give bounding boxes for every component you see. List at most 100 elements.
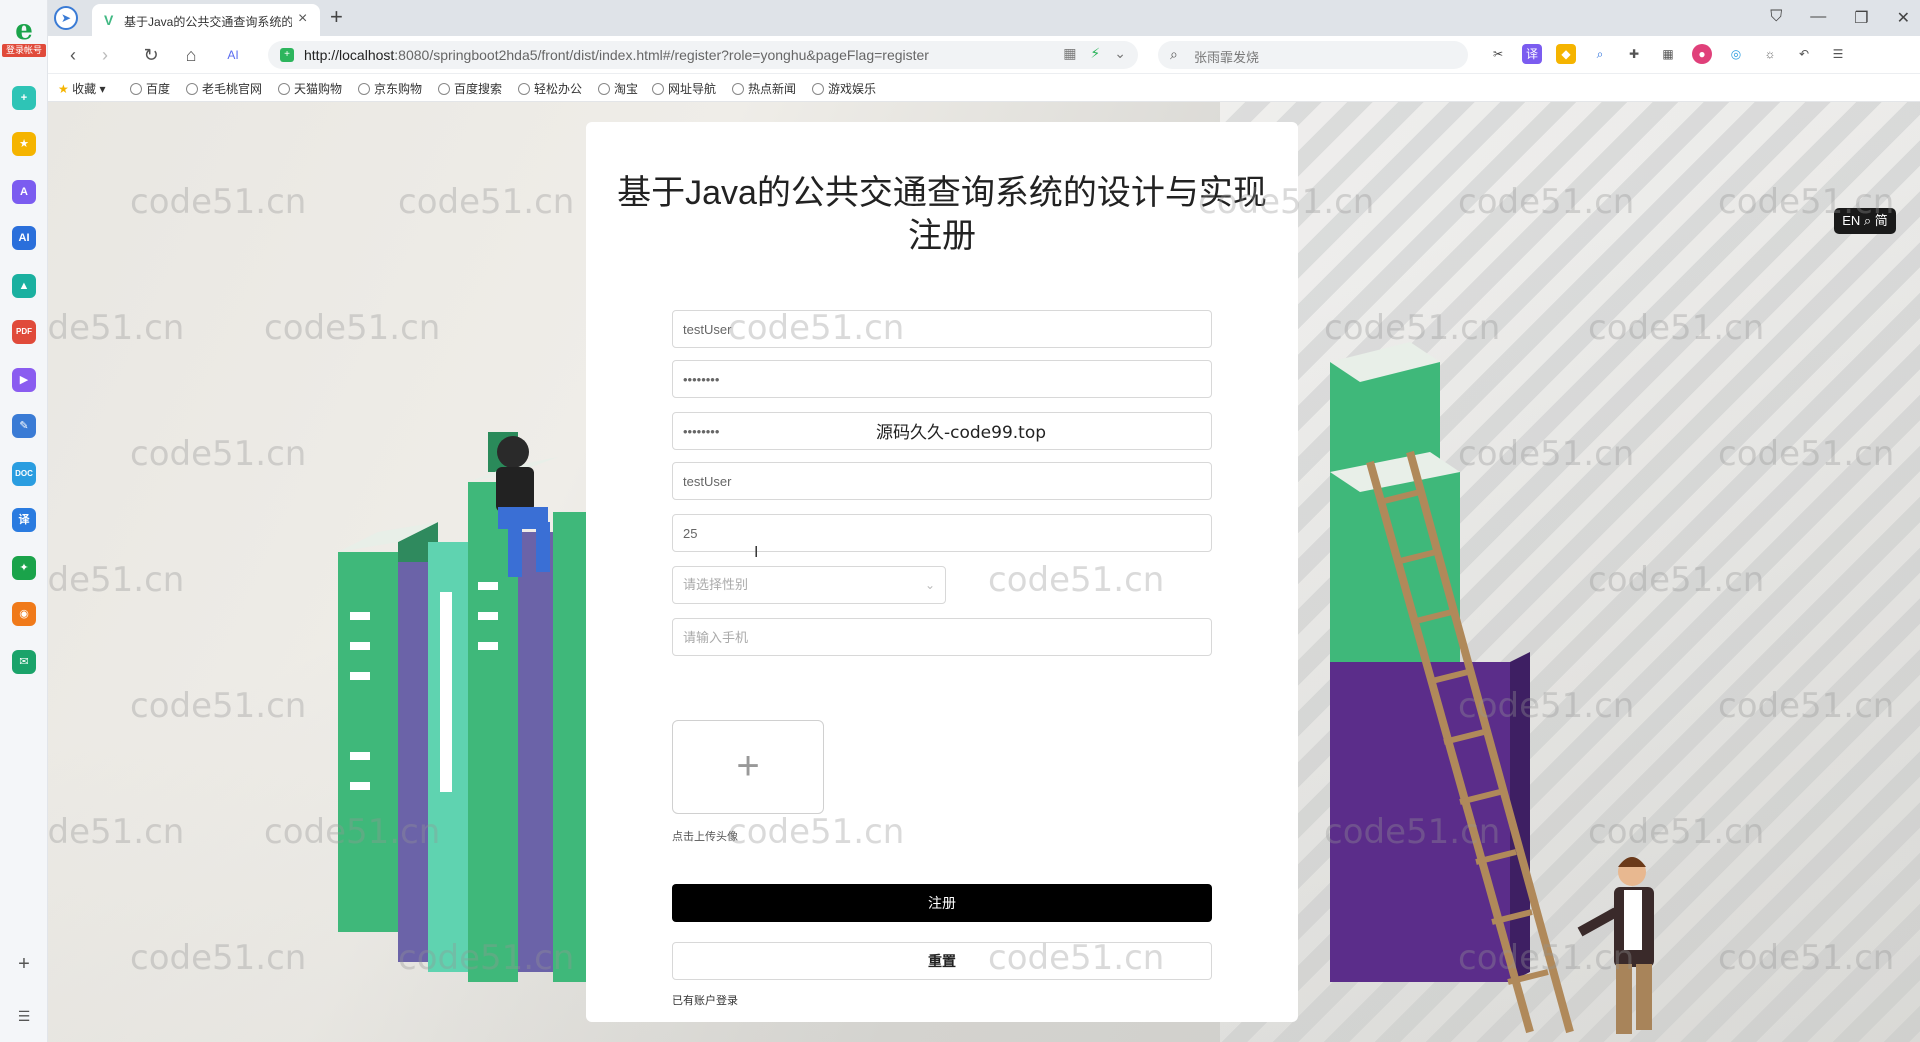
register-card: 基于Java的公共交通查询系统的设计与实现注册 请选择性别 ⌄ + 点击上传头像… — [586, 122, 1298, 1022]
add-icon[interactable]: + — [12, 952, 36, 976]
tab-title: 基于Java的公共交通查询系统的 — [124, 15, 292, 29]
ai-toolbar-icon[interactable]: AI — [222, 44, 244, 66]
puzzle-icon[interactable]: ✚ — [1624, 44, 1644, 64]
undo-icon[interactable]: ↶ — [1794, 44, 1814, 64]
gender-select[interactable]: 请选择性别 ⌄ — [672, 566, 946, 604]
chevron-down-icon[interactable]: ⌄ — [1114, 45, 1126, 62]
overlay-source-text: 源码久久-code99.top — [876, 423, 1047, 443]
shield-ext-icon[interactable]: ◆ — [1556, 44, 1576, 64]
left-books-illustration — [338, 432, 598, 982]
brightness-icon[interactable]: ☼ — [1760, 44, 1780, 64]
reset-button[interactable]: 重置 — [672, 942, 1212, 980]
page-title: 基于Java的公共交通查询系统的设计与实现 注册 — [617, 174, 1267, 255]
main-menu-icon[interactable]: ☰ — [1828, 44, 1848, 64]
bookmarks-bar: ★ 收藏 ▾ 百度 老毛桃官网 天猫购物 京东购物 百度搜索 轻松办公 淘宝 网… — [48, 74, 1920, 102]
browser-tab[interactable]: V 基于Java的公共交通查询系统的 × — [92, 4, 320, 36]
home-icon[interactable]: ⌂ — [180, 44, 202, 66]
globe-icon — [186, 83, 198, 95]
bookmark-laomaotao[interactable]: 老毛桃官网 — [186, 80, 262, 97]
back-icon[interactable]: ‹ — [62, 44, 84, 66]
restore-icon[interactable]: ❐ — [1854, 8, 1868, 28]
globe-icon — [358, 83, 370, 95]
weibo-icon[interactable]: ◉ — [12, 602, 36, 626]
bookmark-tmall[interactable]: 天猫购物 — [278, 80, 342, 97]
browser-toolbar: ‹ › ↻ ⌂ AI + http://localhost:8080/sprin… — [48, 36, 1920, 74]
bookmark-games[interactable]: 游戏娱乐 — [812, 80, 876, 97]
qr-icon[interactable]: ▦ — [1063, 45, 1076, 62]
phone-input[interactable] — [672, 618, 1212, 656]
bookmark-baidu-search[interactable]: 百度搜索 — [438, 80, 502, 97]
add-app-icon[interactable]: + — [12, 86, 36, 110]
bookmark-office[interactable]: 轻松办公 — [518, 80, 582, 97]
address-bar[interactable]: + http://localhost:8080/springboot2hda5/… — [268, 41, 1138, 69]
scissors-icon[interactable]: ✂ — [1488, 44, 1508, 64]
age-input[interactable] — [672, 514, 1212, 552]
new-tab-icon[interactable]: + — [330, 6, 343, 28]
globe-icon — [812, 83, 824, 95]
account-input[interactable] — [672, 310, 1212, 348]
bookmark-baidu[interactable]: 百度 — [130, 80, 170, 97]
browser-sidebar: e 登录帐号 + ★ A AI ▲ PDF ▶ ✎ DOC 译 ✦ ◉ ✉ + … — [0, 0, 48, 1042]
skin-icon[interactable]: ⛉ — [1770, 8, 1782, 28]
page-content: EN ⌕ 简 基于Java的公共交通查询系统的设计与实现注册 请选择性别 ⌄ +… — [48, 102, 1920, 1042]
mail-icon[interactable]: ✉ — [12, 650, 36, 674]
ai-assistant-icon[interactable]: A — [12, 180, 36, 204]
image-icon[interactable]: ▲ — [12, 274, 36, 298]
globe-icon — [652, 83, 664, 95]
bookmark-news[interactable]: 热点新闻 — [732, 80, 796, 97]
browser-logo-icon[interactable]: e — [8, 14, 40, 46]
tab-bar: ➤ V 基于Java的公共交通查询系统的 × + ⛉ — ❐ ✕ — [48, 0, 1920, 36]
search-query[interactable]: 张雨霏发烧 — [1194, 47, 1259, 66]
register-button[interactable]: 注册 — [672, 884, 1212, 922]
minimize-icon[interactable]: — — [1810, 8, 1826, 28]
grid-icon[interactable]: ▦ — [1658, 44, 1678, 64]
login-link[interactable]: 已有账户登录 — [672, 992, 738, 1008]
favorites-icon[interactable]: ★ — [12, 132, 36, 156]
globe-icon — [598, 83, 610, 95]
search-bar[interactable]: ⌕ 张雨霏发烧 — [1158, 41, 1468, 69]
translate-icon[interactable]: 译 — [12, 508, 36, 532]
navigate-icon[interactable]: ➤ — [54, 6, 78, 30]
bookmark-taobao[interactable]: 淘宝 — [598, 80, 638, 97]
paw-icon — [130, 83, 142, 95]
globe-icon — [278, 83, 290, 95]
chevron-down-icon: ⌄ — [924, 578, 935, 592]
bookmark-favorites[interactable]: ★ 收藏 ▾ — [58, 80, 105, 97]
name-input[interactable] — [672, 462, 1212, 500]
sync-icon[interactable]: ◎ — [1726, 44, 1746, 64]
pdf-icon[interactable]: PDF — [12, 320, 36, 344]
gender-placeholder: 请选择性别 — [683, 577, 749, 592]
video-icon[interactable]: ▶ — [12, 368, 36, 392]
menu-list-icon[interactable]: ☰ — [12, 1004, 36, 1028]
search-icon: ⌕ — [1170, 46, 1178, 62]
language-toggle[interactable]: EN ⌕ 简 — [1834, 208, 1896, 234]
text-cursor-icon: I — [754, 544, 759, 561]
bookmark-jd[interactable]: 京东购物 — [358, 80, 422, 97]
magnifier-ext-icon[interactable]: ⌕ — [1590, 44, 1610, 64]
close-tab-icon[interactable]: × — [298, 11, 307, 27]
secure-shield-icon: + — [280, 48, 294, 62]
speed-mode-icon[interactable]: ⚡ — [1090, 45, 1100, 62]
color-wheel-icon[interactable]: ● — [1692, 44, 1712, 64]
forward-icon[interactable]: › — [94, 44, 116, 66]
url-text[interactable]: http://localhost:8080/springboot2hda5/fr… — [304, 47, 929, 63]
star-icon: ★ — [58, 82, 69, 96]
bookmark-navigation[interactable]: 网址导航 — [652, 80, 716, 97]
close-window-icon[interactable]: ✕ — [1897, 8, 1910, 28]
upload-label: 点击上传头像 — [672, 831, 738, 843]
vue-favicon-icon: V — [104, 12, 114, 28]
translate-ext-icon[interactable]: 译 — [1522, 44, 1542, 64]
doc-icon[interactable]: DOC — [12, 462, 36, 486]
games-icon[interactable]: ✦ — [12, 556, 36, 580]
window-controls: ⛉ — ❐ ✕ — [1770, 8, 1910, 28]
password-input[interactable] — [672, 360, 1212, 398]
plus-icon: + — [736, 744, 760, 788]
right-books-ladder-illustration — [1330, 342, 1654, 1034]
login-badge[interactable]: 登录帐号 — [2, 44, 46, 57]
globe-icon — [732, 83, 744, 95]
reload-icon[interactable]: ↻ — [140, 44, 162, 66]
globe-icon — [438, 83, 450, 95]
ai-icon[interactable]: AI — [12, 226, 36, 250]
avatar-upload[interactable]: + — [672, 720, 824, 814]
notes-icon[interactable]: ✎ — [12, 414, 36, 438]
